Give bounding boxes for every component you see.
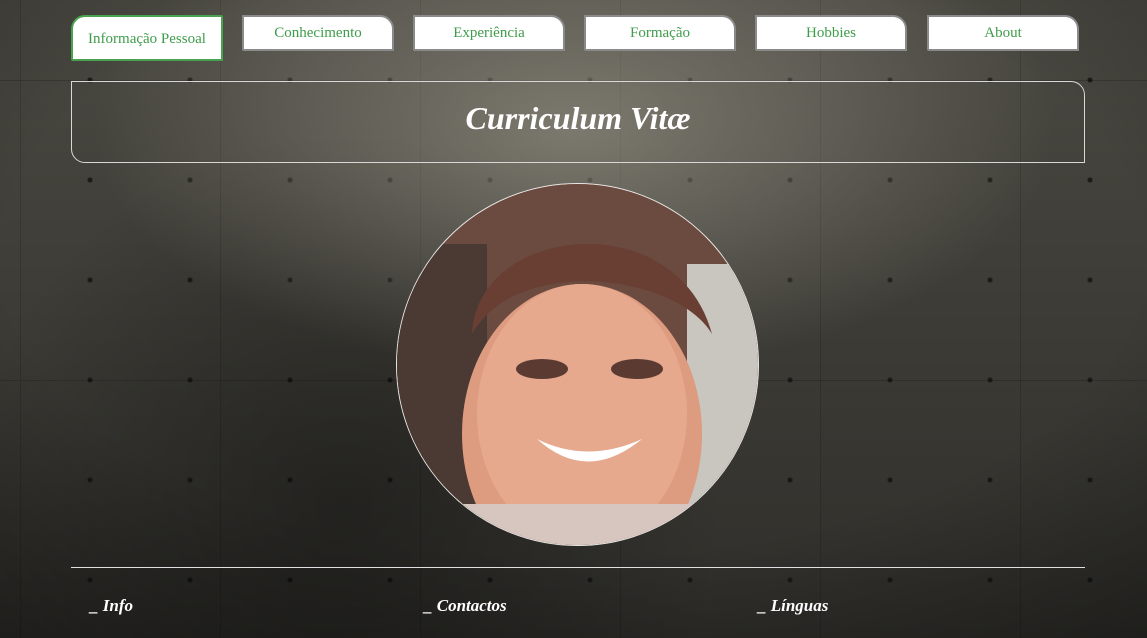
section-title-linguas: _ Línguas: [758, 596, 829, 615]
tab-experiencia[interactable]: Experiência: [413, 15, 565, 51]
title-box: Curriculum Vitæ: [71, 81, 1085, 163]
portrait-image: [397, 184, 758, 545]
profile-photo: [396, 183, 759, 546]
tab-formacao[interactable]: Formação: [584, 15, 736, 51]
section-divider: [71, 567, 1085, 568]
tab-conhecimento[interactable]: Conhecimento: [242, 15, 394, 51]
nav-tabs: Informação Pessoal Conhecimento Experiên…: [71, 15, 1085, 61]
tab-about[interactable]: About: [927, 15, 1079, 51]
section-title-contactos: _ Contactos: [424, 596, 507, 615]
tab-informacao-pessoal[interactable]: Informação Pessoal: [71, 15, 223, 61]
section-title-info: _ Info: [90, 596, 133, 615]
tab-hobbies[interactable]: Hobbies: [755, 15, 907, 51]
page-title: Curriculum Vitæ: [465, 100, 691, 136]
